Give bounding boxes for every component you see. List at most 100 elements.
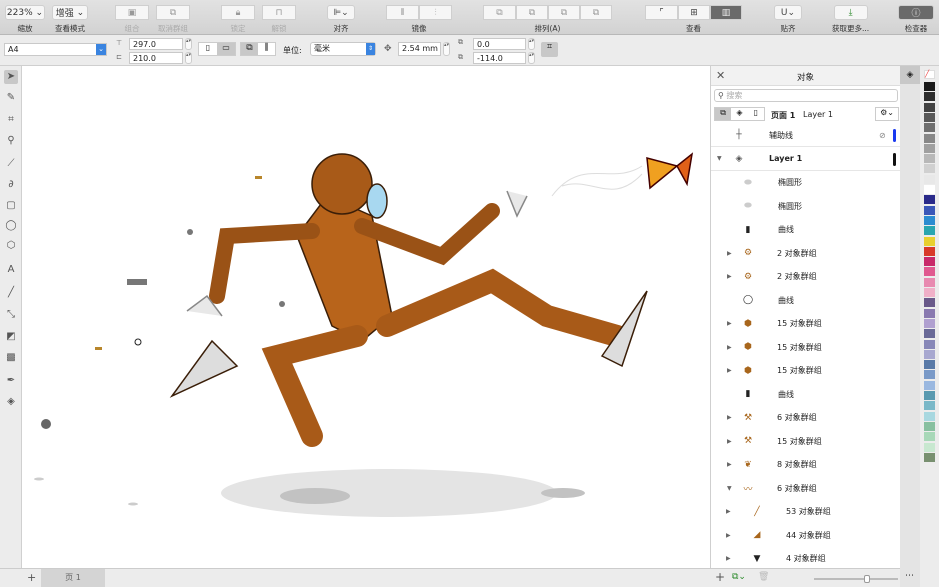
crop-tool-icon[interactable]: ⌗ [4,113,18,127]
object-list-item[interactable]: ▶ ◢ 44 对象群组 [711,524,900,547]
guidelines-button[interactable]: ▥ [710,5,742,20]
color-swatch[interactable] [924,92,935,102]
artistic-media-icon[interactable]: ∂ [4,178,18,192]
duplicate-x-input[interactable]: 0.0 [473,38,526,50]
color-swatch[interactable] [924,421,935,431]
expand-toggle[interactable]: ▶ [726,555,731,562]
height-stepper[interactable]: ▴▾ [185,52,192,64]
shadow-tool-icon[interactable]: ◩ [4,330,18,344]
color-swatch[interactable] [924,143,935,153]
dup-x-stepper[interactable]: ▴▾ [528,38,535,50]
lock-button[interactable]: 🔒︎ 锁定 [221,5,255,34]
color-swatch[interactable] [924,349,935,359]
inspector-button[interactable]: ⓘ 检查器 [898,5,934,34]
rulers-button[interactable]: ⌜ [645,5,678,20]
freehand-tool-icon[interactable]: ⟋ [4,157,18,171]
expand-toggle[interactable]: ▶ [727,344,732,351]
page-view-button[interactable]: ⧉ [715,108,732,120]
unlock-button[interactable]: ⊓ 解锁 [262,5,296,34]
object-list-item[interactable]: ◯ 曲线 [711,289,900,312]
polygon-tool-icon[interactable]: ⬡ [4,239,18,253]
color-swatch[interactable] [924,123,935,133]
trash-icon[interactable]: 🗑︎ [758,572,769,582]
color-swatch[interactable] [924,185,935,194]
color-swatch[interactable] [924,339,935,349]
nudge-input[interactable]: 2.54 mm [398,42,441,56]
expand-toggle[interactable]: ▶ [726,508,731,515]
fill-tool-icon[interactable]: ◈ [4,395,18,409]
document-view-button[interactable]: ▯ [748,108,764,120]
object-list-item[interactable]: ▶ ⚒ 6 对象群组 [711,406,900,429]
rectangle-tool-icon[interactable]: ▢ [4,199,18,213]
shape-tool-icon[interactable]: ✎ [4,91,18,105]
drawing-canvas[interactable] [22,66,710,568]
snap-button[interactable]: U⌄ 贴齐 [774,5,802,34]
zoom-tool-icon[interactable]: ⚲ [4,134,18,148]
object-list-item[interactable]: ▶ ⬢ 15 对象群组 [711,312,900,335]
back-one-button[interactable]: ⧉ [580,5,612,20]
color-swatch[interactable] [924,102,935,112]
line-tool-icon[interactable]: ╱ [4,286,18,300]
grid-button[interactable]: ⊞ [678,5,710,20]
color-swatch[interactable] [924,308,935,318]
color-swatch[interactable] [924,288,935,297]
expand-toggle[interactable]: ▶ [727,438,732,445]
width-stepper[interactable]: ▴▾ [185,38,192,50]
color-swatch[interactable] [924,236,935,246]
zoom-control[interactable]: 223% ⌄ 缩放 [5,5,45,34]
get-more-button[interactable]: ⤓ 获取更多... [832,5,869,34]
mirror-vertical-button[interactable]: ⫶ [419,5,452,20]
no-color-swatch[interactable]: ╱ [924,70,935,79]
search-input[interactable]: ⚲ 搜索 [714,89,898,102]
more-icon[interactable]: ⋯ [905,571,914,581]
color-swatch[interactable] [924,267,935,277]
new-master-layer-button[interactable]: ⧉⌄ [732,572,746,582]
color-swatch[interactable] [924,360,935,370]
new-layer-button[interactable]: + [715,570,725,584]
color-swatch[interactable] [924,205,935,215]
group-button[interactable]: ▣ 组合 [115,5,149,34]
color-swatch[interactable] [924,277,935,287]
units-select[interactable]: 毫米 ⇕ [310,42,376,56]
print-disabled-icon[interactable]: ⊘ [879,131,886,140]
landscape-button[interactable]: ▭ [217,43,235,55]
page-size-select[interactable]: A4 ⌄ [4,43,107,56]
align-button[interactable]: ⊫⌄ 对齐 [327,5,355,34]
color-swatch[interactable] [924,174,935,184]
expand-toggle[interactable]: ▶ [727,250,732,257]
color-swatch[interactable] [924,401,935,411]
object-list-item[interactable]: ▶ ⚙ 2 对象群组 [711,265,900,288]
all-pages-button[interactable]: ⧉ [241,43,258,55]
color-swatch[interactable] [924,452,935,462]
object-list-item[interactable]: ▶ ⬢ 15 对象群组 [711,359,900,382]
color-swatch[interactable] [924,318,935,328]
connector-tool-icon[interactable]: ⤡ [4,308,18,322]
object-list-item[interactable]: ⬬ 椭圆形 [711,171,900,194]
color-swatch[interactable] [924,154,935,164]
portrait-button[interactable]: ▯ [199,43,217,55]
object-list-item[interactable]: ▼ ◈ Layer 1 [711,148,900,171]
panel-options-button[interactable]: ⚙⌄ [875,107,899,121]
page-tab[interactable]: 页 1 [41,569,105,587]
color-swatch[interactable] [924,226,935,236]
thumbnail-size-slider[interactable] [814,575,898,583]
expand-toggle[interactable]: ▶ [727,461,732,468]
color-swatch[interactable] [924,82,935,91]
color-swatch[interactable] [924,298,935,308]
color-swatch[interactable] [924,432,935,442]
ellipse-tool-icon[interactable]: ◯ [4,219,18,233]
expand-toggle[interactable]: ▶ [726,532,731,539]
expand-toggle[interactable]: ▶ [727,273,732,280]
object-list-item[interactable]: ┼ 辅助线 ⊘ [711,124,900,147]
object-list-item[interactable]: ▶ ⚙ 2 对象群组 [711,242,900,265]
to-back-button[interactable]: ⧉ [516,5,548,20]
current-page-button[interactable]: ⫼ [258,43,275,55]
object-list-item[interactable]: ▶ ╱ 53 对象群组 [711,500,900,523]
color-swatch[interactable] [924,215,935,225]
object-list-item[interactable]: ▶ ⚒ 15 对象群组 [711,430,900,453]
text-tool-icon[interactable]: A [4,263,18,277]
expand-toggle[interactable]: ▶ [727,320,732,327]
expand-toggle[interactable]: ▶ [727,367,732,374]
object-list-item[interactable]: ▮ 曲线 [711,218,900,241]
color-swatch[interactable] [924,391,935,400]
